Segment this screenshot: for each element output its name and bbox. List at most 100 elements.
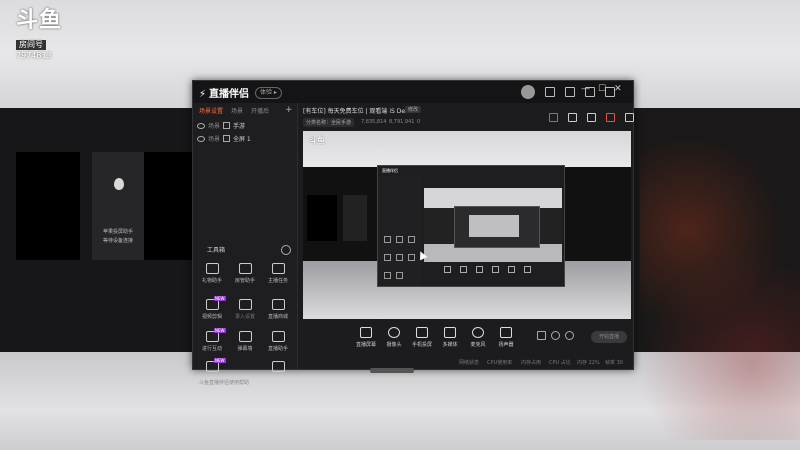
- tab-after-live[interactable]: 开播后: [251, 106, 269, 115]
- message-icon[interactable]: [545, 87, 555, 97]
- toolbar-label: 手机投屏: [411, 342, 432, 348]
- hot-count: 0: [417, 119, 421, 125]
- video-icon: NEW: [205, 296, 226, 310]
- speaker-icon: [500, 327, 512, 338]
- tool-video-edit[interactable]: NEW 视频剪辑: [195, 296, 229, 320]
- viewer-count: 7,835,814: [361, 119, 387, 125]
- gamepad-icon: NEW: [205, 358, 226, 372]
- record-icon[interactable]: [549, 113, 558, 122]
- layout-icon[interactable]: [587, 113, 596, 122]
- help-link[interactable]: 斗鱼直播伴侣使用帮助: [199, 379, 249, 386]
- nested-preview: [424, 188, 562, 262]
- window-resize-handle[interactable]: [370, 368, 414, 373]
- status-bar: 网络状态 CPU使用率 内存占用 CPU 占比 内存 22% 帧率 30: [299, 357, 633, 369]
- app-window: ⚡ 直播伴侣 体验 ▸ — ☐ ✕ 场景设置 场景 开播后 + 场景 手游 场景…: [192, 80, 634, 386]
- live-icon[interactable]: [606, 113, 615, 122]
- new-badge: NEW: [214, 328, 226, 333]
- monitor-icon: [271, 331, 285, 342]
- minimize-icon[interactable]: —: [581, 84, 590, 94]
- phone-caption: 苹果投屏助手 等待设备连接: [96, 228, 140, 246]
- tool-gift-assistant[interactable]: 礼物助手: [195, 263, 229, 284]
- tool-more[interactable]: [261, 361, 295, 375]
- scene-label: 手游: [233, 123, 246, 130]
- nested-tool-icon: [396, 236, 403, 243]
- close-icon[interactable]: ✕: [614, 84, 622, 94]
- preview-phone-left: [307, 195, 337, 241]
- camera-button[interactable]: 摄像头: [379, 327, 409, 348]
- tool-host-task[interactable]: 主播任务: [261, 263, 295, 284]
- scene-type: 场景: [208, 136, 221, 143]
- status-item: CPU使用率: [487, 360, 513, 366]
- settings-icon[interactable]: [565, 331, 574, 340]
- scene-item[interactable]: 场景 全屏 1: [197, 134, 251, 143]
- tool-record-settings[interactable]: 录入设置: [228, 299, 262, 320]
- nested-tool-icon: [408, 236, 415, 243]
- avatar[interactable]: [521, 85, 535, 99]
- rtc-icon[interactable]: [551, 331, 560, 340]
- tab-scene[interactable]: 场景: [231, 106, 243, 115]
- nested-tool-icon: [396, 254, 403, 261]
- room-tag: 房间号: [16, 40, 46, 50]
- tools-settings-icon[interactable]: [281, 245, 291, 255]
- tool-label: 礼物助手: [201, 278, 222, 284]
- version-badge[interactable]: 体验 ▸: [255, 87, 282, 99]
- preview-logo: 斗鱼: [309, 136, 325, 145]
- live-preview[interactable]: 斗鱼 直播伴侣: [303, 131, 631, 319]
- nested-bar-icon: [476, 266, 483, 273]
- microphone-icon: [472, 327, 484, 338]
- new-badge: NEW: [214, 296, 226, 301]
- start-live-button[interactable]: 开始直播: [591, 331, 627, 343]
- nested-bar-icon: [492, 266, 499, 273]
- nested-title: 直播伴侣: [382, 168, 398, 173]
- room-header: [有车位] 每天免费车位 | 观看端 iS Demo 修改 分类名称：全民手游 …: [299, 103, 634, 133]
- nested-tool-icon: [408, 254, 415, 261]
- phone-cast-button[interactable]: 手机投屏: [407, 327, 437, 348]
- tool-live-helper[interactable]: 直播助手: [261, 331, 295, 352]
- nested-inner-window: [454, 206, 540, 248]
- status-item: 网络状态: [459, 360, 480, 366]
- shop-icon: [271, 299, 285, 310]
- nested-bar-icon: [508, 266, 515, 273]
- add-tab-button[interactable]: +: [285, 105, 293, 115]
- window-controls: — ☐ ✕: [581, 84, 622, 94]
- category-pill[interactable]: 分类名称：全民手游: [303, 118, 355, 127]
- scene-item[interactable]: 场景 手游: [197, 121, 245, 130]
- microphone-button[interactable]: 麦克风: [463, 327, 493, 348]
- lock-icon[interactable]: [568, 113, 577, 122]
- phone-cast-icon: [416, 327, 428, 338]
- scene-tabs: 场景设置 场景 开播后: [199, 106, 269, 115]
- tool-label: 视频剪辑: [201, 314, 222, 320]
- tab-scene-settings[interactable]: 场景设置: [199, 106, 223, 115]
- douyu-watermark: 斗鱼 房间号 7974813: [16, 10, 62, 61]
- eye-icon[interactable]: [197, 135, 205, 142]
- speaker-button[interactable]: 扬声器: [491, 327, 521, 348]
- header-toolbar: [549, 113, 634, 122]
- new-badge: NEW: [214, 358, 226, 363]
- maximize-icon[interactable]: ☐: [598, 84, 606, 94]
- screen-capture-button[interactable]: 直播屏幕: [351, 327, 381, 348]
- title-bar: ⚡ 直播伴侣 体验 ▸ — ☐ ✕: [193, 81, 633, 103]
- edit-title-button[interactable]: 修改: [405, 106, 422, 113]
- scene-type: 场景: [208, 123, 221, 130]
- tools-title: 工具箱: [207, 247, 226, 254]
- tool-interaction[interactable]: NEW 进行互动: [195, 328, 229, 352]
- media-button[interactable]: 多媒体: [435, 327, 465, 348]
- tool-label: 主播任务: [267, 278, 288, 284]
- room-number: 7974813: [16, 51, 52, 60]
- phone-caption-line: 等待设备连接: [102, 238, 133, 244]
- tool-room-admin[interactable]: 房管助手: [228, 263, 262, 284]
- nested-left-panel: [378, 176, 422, 286]
- mail-icon[interactable]: [565, 87, 575, 97]
- share-icon[interactable]: [625, 113, 634, 122]
- tool-danmaku-wall[interactable]: 弹幕墙: [228, 331, 262, 352]
- preview-top-band: [303, 131, 631, 167]
- tv-icon: [238, 331, 252, 342]
- tool-game-helper[interactable]: NEW: [195, 358, 229, 375]
- tool-live-shop[interactable]: 直播商城: [261, 299, 295, 320]
- nested-bar-icon: [524, 266, 531, 273]
- media-icon: [444, 327, 456, 338]
- toolbar-label: 扬声器: [498, 342, 514, 348]
- eye-icon[interactable]: [197, 122, 205, 129]
- record-video-icon[interactable]: [537, 331, 546, 340]
- status-item: 帧率 30: [605, 360, 623, 366]
